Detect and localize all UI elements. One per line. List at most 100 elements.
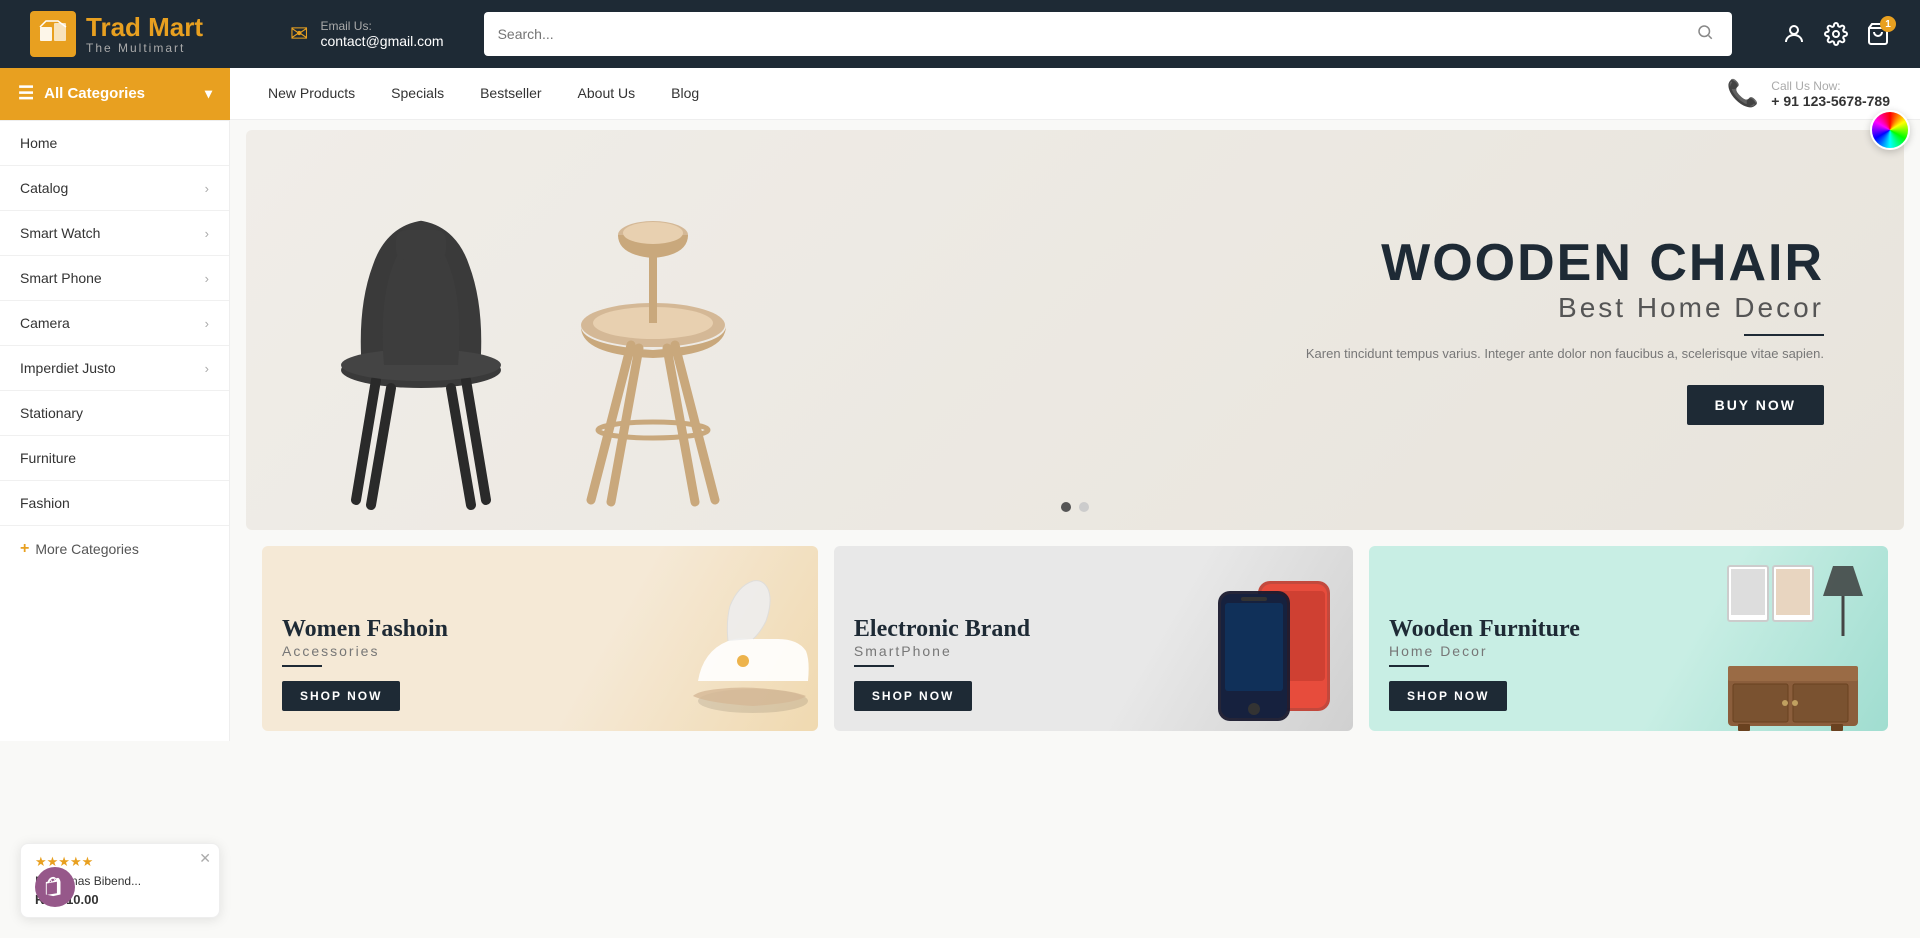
call-text: Call Us Now: + 91 123-5678-789 [1771, 79, 1890, 109]
nav-about-us[interactable]: About Us [560, 68, 654, 120]
hamburger-icon: ☰ [18, 83, 34, 104]
promo-electronics-subtitle: SmartPhone [854, 643, 1030, 659]
logo-text: Trad Mart The Multimart [86, 13, 203, 56]
categories-label: All Categories [44, 85, 145, 102]
hero-dots [1061, 502, 1089, 512]
navbar: ☰ All Categories ▾ New Products Specials… [0, 68, 1920, 120]
sidebar-item-home[interactable]: Home [0, 121, 229, 166]
nav-blog[interactable]: Blog [653, 68, 717, 120]
hero-dot-2[interactable] [1079, 502, 1089, 512]
chevron-right-icon: › [205, 181, 209, 196]
logo-area: Trad Mart The Multimart [30, 11, 250, 57]
promo-women-text: Women Fashoin Accessories SHOP NOW [282, 616, 448, 711]
promo-women-divider [282, 665, 322, 667]
account-button[interactable] [1782, 22, 1806, 46]
nav-bestseller[interactable]: Bestseller [462, 68, 559, 120]
shopify-icon [35, 867, 75, 907]
email-area: ✉ Email Us: contact@gmail.com [290, 19, 444, 49]
hero-title: WOODEN CHAIR [766, 235, 1824, 292]
sidebar-item-smart-phone[interactable]: Smart Phone › [0, 256, 229, 301]
promo-electronics-title: Electronic Brand [854, 616, 1030, 643]
nav-new-products[interactable]: New Products [250, 68, 373, 120]
nav-specials[interactable]: Specials [373, 68, 462, 120]
promo-furniture-title: Wooden Furniture [1389, 616, 1580, 643]
promo-electronics-text: Electronic Brand SmartPhone SHOP NOW [854, 616, 1030, 711]
chevron-right-icon: › [205, 271, 209, 286]
promo-women-subtitle: Accessories [282, 643, 448, 659]
hero-banner: WOODEN CHAIR Best Home Decor Karen tinci… [246, 130, 1904, 530]
sidebar-item-furniture[interactable]: Furniture [0, 436, 229, 481]
promo-women-shop-button[interactable]: SHOP NOW [282, 681, 400, 711]
hero-image [286, 140, 766, 520]
main-content: Home Catalog › Smart Watch › Smart Phone… [0, 120, 1920, 741]
sidebar-item-stationary[interactable]: Stationary [0, 391, 229, 436]
email-value: contact@gmail.com [320, 33, 443, 49]
sidebar-item-label: Catalog [20, 180, 68, 196]
promo-electronics-divider [854, 665, 894, 667]
call-label: Call Us Now: [1771, 79, 1890, 93]
cart-badge: 1 [1880, 16, 1896, 32]
header: Trad Mart The Multimart ✉ Email Us: cont… [0, 0, 1920, 68]
cart-button[interactable]: 1 [1866, 22, 1890, 46]
light-chair-svg [561, 180, 746, 520]
shopify-widget: ✕ ★★★★★ Maecenas Bibend... Rs. 710.00 [20, 843, 220, 918]
call-number: + 91 123-5678-789 [1771, 93, 1890, 109]
email-label: Email Us: [320, 19, 443, 33]
search-button[interactable] [1692, 19, 1718, 50]
sidebar-item-label: Imperdiet Justo [20, 360, 116, 376]
logo-brand: Trad Mart [86, 13, 203, 42]
promo-furniture-shop-button[interactable]: SHOP NOW [1389, 681, 1507, 711]
search-bar [484, 12, 1732, 56]
sidebar-item-label: Fashion [20, 495, 70, 511]
sidebar-item-fashion[interactable]: Fashion [0, 481, 229, 526]
hero-text: WOODEN CHAIR Best Home Decor Karen tinci… [766, 235, 1844, 425]
chevron-right-icon: › [205, 316, 209, 331]
promo-electronics-shop-button[interactable]: SHOP NOW [854, 681, 972, 711]
promo-card-electronics: Electronic Brand SmartPhone SHOP NOW [834, 546, 1353, 731]
phone-icon: 📞 [1727, 78, 1759, 109]
promo-card-furniture: Wooden Furniture Home Decor SHOP NOW [1369, 546, 1888, 731]
sidebar-item-label: Furniture [20, 450, 76, 466]
sidebar-item-label: Smart Watch [20, 225, 100, 241]
hero-divider [1744, 334, 1824, 336]
promo-furniture-text: Wooden Furniture Home Decor SHOP NOW [1389, 616, 1580, 711]
chevron-right-icon: › [205, 361, 209, 376]
dark-chair-svg [316, 210, 526, 520]
color-wheel-button[interactable] [1870, 110, 1910, 150]
hero-description: Karen tincidunt tempus varius. Integer a… [766, 344, 1824, 365]
logo-icon [30, 11, 76, 57]
more-categories-label: More Categories [35, 541, 139, 557]
promo-furniture-subtitle: Home Decor [1389, 643, 1580, 659]
sidebar-item-catalog[interactable]: Catalog › [0, 166, 229, 211]
search-input[interactable] [498, 26, 1692, 42]
sidebar-item-label: Smart Phone [20, 270, 102, 286]
sidebar-item-label: Camera [20, 315, 70, 331]
settings-button[interactable] [1824, 22, 1848, 46]
promo-furniture-divider [1389, 665, 1429, 667]
email-text: Email Us: contact@gmail.com [320, 19, 443, 49]
sidebar-item-imperdiet[interactable]: Imperdiet Justo › [0, 346, 229, 391]
furniture-promo-image [1723, 556, 1883, 731]
chevron-right-icon: › [205, 226, 209, 241]
hero-area: WOODEN CHAIR Best Home Decor Karen tinci… [230, 120, 1920, 741]
hero-subtitle: Best Home Decor [766, 292, 1824, 324]
sidebar-item-label: Stationary [20, 405, 83, 421]
plus-icon: + [20, 540, 29, 558]
email-icon: ✉ [290, 21, 308, 47]
hero-dot-1[interactable] [1061, 502, 1071, 512]
promo-row: Women Fashoin Accessories SHOP NOW [246, 530, 1904, 731]
chevron-down-icon: ▾ [205, 85, 212, 102]
hero-buy-now-button[interactable]: BUY NOW [1687, 385, 1824, 425]
call-area: 📞 Call Us Now: + 91 123-5678-789 [1727, 78, 1920, 109]
widget-close-button[interactable]: ✕ [199, 850, 211, 867]
nav-links: New Products Specials Bestseller About U… [230, 68, 1727, 120]
sidebar-item-smart-watch[interactable]: Smart Watch › [0, 211, 229, 256]
sidebar-item-label: Home [20, 135, 57, 151]
sidebar-more-categories[interactable]: + More Categories [0, 526, 229, 572]
promo-card-women: Women Fashoin Accessories SHOP NOW [262, 546, 818, 731]
women-promo-image [688, 551, 818, 731]
categories-button[interactable]: ☰ All Categories ▾ [0, 68, 230, 120]
electronics-promo-image [1203, 561, 1343, 731]
sidebar-item-camera[interactable]: Camera › [0, 301, 229, 346]
header-icons: 1 [1782, 22, 1890, 46]
